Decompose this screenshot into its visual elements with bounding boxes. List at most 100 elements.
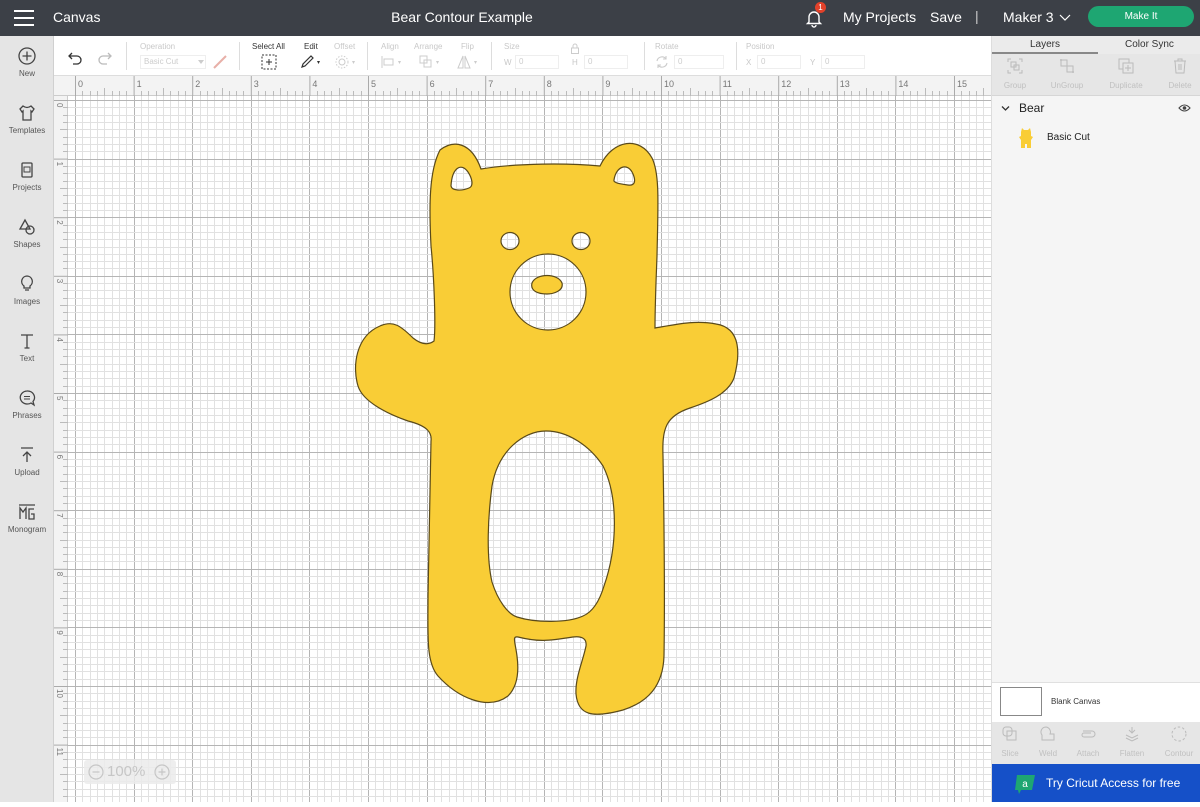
chevron-down-icon[interactable] [1001, 105, 1010, 112]
horizontal-ruler: 0 1 2 3 4 5 6 7 8 9 10 11 12 13 14 15 [54, 76, 1006, 96]
ungroup-icon [1060, 59, 1074, 73]
svg-text:a: a [1022, 779, 1028, 790]
duplicate-button[interactable]: Duplicate [1100, 58, 1152, 90]
flatten-icon [1125, 727, 1139, 742]
eye-icon[interactable] [1178, 103, 1191, 113]
lock-icon[interactable] [570, 43, 580, 54]
chevron-down-icon [198, 60, 204, 64]
sidebar-label: Templates [8, 126, 46, 135]
sidebar-item-phrases[interactable]: Phrases [0, 388, 54, 438]
duplicate-icon [1118, 58, 1134, 74]
chevron-down-icon[interactable] [1058, 10, 1072, 24]
contour-button[interactable]: Contour [1153, 726, 1200, 758]
ruler-label: 6 [430, 79, 435, 89]
align-icon[interactable] [381, 55, 405, 69]
bear-contour-shape[interactable] [68, 96, 991, 802]
undo-icon[interactable] [67, 51, 83, 65]
project-title: Bear Contour Example [391, 9, 533, 25]
zoom-level: 100% [107, 763, 146, 780]
operation-select[interactable]: Basic Cut [140, 55, 206, 69]
pencil-icon[interactable] [300, 55, 324, 69]
ruler-label: 5 [371, 79, 376, 89]
machine-selector[interactable]: Maker 3 [1003, 9, 1054, 25]
ruler-label: 13 [840, 79, 850, 89]
my-projects-link[interactable]: My Projects [843, 9, 916, 25]
shape-actions: Slice Weld Attach Flatten Contour [992, 722, 1200, 764]
ruler-label: 11 [55, 748, 64, 757]
horizontal-ruler-ticks: 0 1 2 3 4 5 6 7 8 9 10 11 12 13 14 15 [75, 76, 1006, 96]
sidebar-label: New [18, 69, 35, 78]
tab-layers[interactable]: Layers [1030, 39, 1060, 50]
slice-icon [1002, 726, 1017, 741]
pen-color-icon[interactable] [212, 54, 228, 70]
delete-button[interactable]: Delete [1154, 58, 1200, 90]
flip-icon[interactable] [457, 55, 481, 69]
ruler-label: 1 [137, 79, 142, 89]
top-bar: Canvas Bear Contour Example 1 My Project… [0, 0, 1200, 36]
trash-icon [1174, 58, 1186, 74]
ruler-label: 4 [312, 79, 317, 89]
rotate-icon [656, 56, 668, 68]
ruler-label: 14 [898, 79, 908, 89]
vertical-ruler: 0 1 2 3 4 5 6 7 8 9 10 11 [54, 96, 68, 802]
offset-label: Offset [334, 42, 356, 51]
width-input[interactable]: 0 [515, 55, 559, 69]
contour-icon [1171, 726, 1187, 742]
align-label: Align [381, 42, 399, 51]
sidebar-item-new[interactable]: New [0, 46, 54, 96]
flatten-button[interactable]: Flatten [1106, 726, 1158, 758]
ruler-label: 7 [488, 79, 493, 89]
sidebar-item-projects[interactable]: Projects [0, 160, 54, 210]
redo-icon[interactable] [97, 51, 113, 65]
rotate-input[interactable]: 0 [674, 55, 724, 69]
make-it-button[interactable]: Make It [1088, 6, 1194, 27]
sidebar-item-monogram[interactable]: Monogram [0, 502, 54, 552]
sidebar-item-templates[interactable]: Templates [0, 103, 54, 153]
access-banner-text: Try Cricut Access for free [1046, 776, 1181, 790]
layer-item-basic-cut[interactable]: Basic Cut [992, 124, 1200, 152]
y-position-input[interactable]: 0 [821, 55, 865, 69]
layer-item-name: Basic Cut [1047, 132, 1090, 143]
sidebar-label: Text [19, 354, 35, 363]
ungroup-button[interactable]: UnGroup [1041, 58, 1093, 90]
rotate-label: Rotate [655, 42, 679, 51]
select-all-icon[interactable] [261, 54, 277, 70]
layer-actions: Group UnGroup Duplicate Delete [992, 54, 1200, 96]
x-position-input[interactable]: 0 [757, 55, 801, 69]
blank-canvas-swatch[interactable] [1000, 687, 1042, 716]
ruler-label: 3 [254, 79, 259, 89]
lightbulb-icon [21, 275, 33, 291]
ruler-label: 4 [55, 337, 64, 342]
sidebar-item-images[interactable]: Images [0, 274, 54, 324]
zoom-out-button[interactable] [88, 760, 104, 788]
cricut-access-banner[interactable]: a Try Cricut Access for free [992, 764, 1200, 802]
layer-group-bear[interactable]: Bear [992, 100, 1200, 118]
sidebar-label: Monogram [7, 525, 47, 534]
arrange-label: Arrange [414, 42, 443, 51]
panel-tabs: Layers Color Sync [992, 36, 1200, 54]
group-icon [1007, 58, 1023, 74]
ruler-label: 9 [55, 630, 64, 635]
sidebar-item-upload[interactable]: Upload [0, 445, 54, 495]
sidebar-item-shapes[interactable]: Shapes [0, 217, 54, 267]
save-button[interactable]: Save [930, 9, 962, 25]
ruler-label: 2 [55, 220, 64, 225]
ruler-label: 0 [78, 79, 83, 89]
minus-circle-icon [88, 764, 104, 780]
layer-group-name: Bear [1019, 101, 1045, 115]
sidebar-label: Shapes [13, 240, 41, 249]
zoom-in-button[interactable] [154, 760, 170, 788]
plus-circle-icon [154, 764, 170, 780]
speech-bubble-icon [19, 390, 36, 407]
tab-color-sync[interactable]: Color Sync [1125, 39, 1174, 50]
group-button[interactable]: Group [989, 58, 1041, 90]
ruler-label: 8 [547, 79, 552, 89]
arrange-icon[interactable] [419, 55, 443, 69]
sidebar-item-text[interactable]: Text [0, 331, 54, 381]
blank-canvas-label: Blank Canvas [1051, 697, 1101, 706]
design-canvas[interactable] [68, 96, 991, 802]
notification-badge: 1 [815, 2, 826, 13]
edit-toolbar: Operation Basic Cut Select All Edit Offs… [54, 36, 991, 76]
offset-icon[interactable] [335, 55, 359, 69]
height-input[interactable]: 0 [584, 55, 628, 69]
